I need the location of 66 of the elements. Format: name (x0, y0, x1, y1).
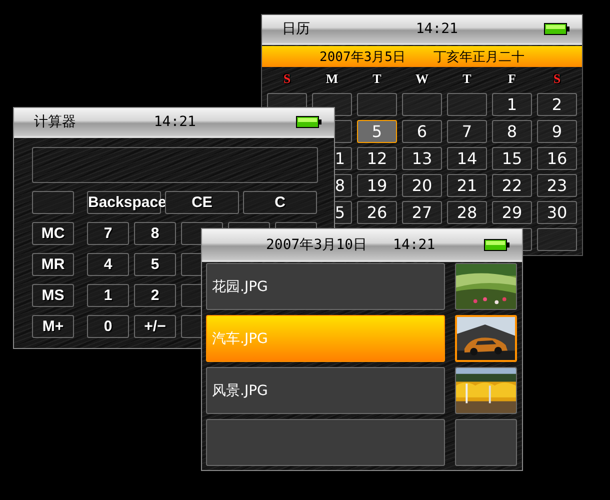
battery-icon (484, 238, 510, 250)
weekday-label: T (372, 71, 382, 88)
key-button[interactable]: 1 (87, 284, 129, 307)
key-button[interactable]: 4 (87, 253, 129, 276)
day-cell[interactable]: 6 (402, 120, 442, 143)
key-button[interactable]: +/− (134, 315, 176, 338)
thumbnail-frame[interactable] (455, 263, 517, 310)
lunar-date: 丁亥年正月二十 (433, 48, 524, 66)
key-button[interactable]: 2 (134, 284, 176, 307)
day-cell[interactable]: 15 (492, 147, 532, 170)
thumbnail-frame[interactable] (455, 315, 517, 362)
memory-button[interactable]: MS (32, 284, 74, 307)
weekday-label: F (508, 71, 516, 88)
day-cell[interactable] (447, 93, 487, 116)
day-cell[interactable]: 1 (492, 93, 532, 116)
date: 2007年3月5日 (320, 48, 406, 66)
key-button[interactable]: CE (165, 191, 239, 214)
battery-icon (296, 116, 322, 128)
weekday-label: S (283, 71, 291, 88)
day-cell[interactable]: 8 (492, 120, 532, 143)
day-cell[interactable]: 29 (492, 201, 532, 224)
memory-button[interactable]: MR (32, 253, 74, 276)
key-button[interactable]: 5 (134, 253, 176, 276)
battery-icon (544, 23, 570, 35)
day-cell[interactable]: 23 (537, 174, 577, 197)
key-button[interactable]: 8 (134, 222, 176, 245)
file-item[interactable] (206, 419, 445, 466)
thumbnail-frame[interactable] (455, 419, 517, 466)
day-cell[interactable]: 9 (537, 120, 577, 143)
weekday-label: W (416, 71, 428, 88)
thumbnail-frame[interactable] (455, 367, 517, 414)
window-title: 日历 (282, 20, 310, 38)
day-cell[interactable]: 21 (447, 174, 487, 197)
weekday-label: M (326, 71, 338, 88)
day-cell[interactable]: 28 (447, 201, 487, 224)
key-button[interactable]: 7 (87, 222, 129, 245)
day-cell[interactable]: 12 (357, 147, 397, 170)
weekday-label: S (553, 71, 561, 88)
day-cell[interactable]: 26 (357, 201, 397, 224)
day-cell[interactable] (357, 93, 397, 116)
key-button[interactable]: 0 (87, 315, 129, 338)
day-cell[interactable]: 19 (357, 174, 397, 197)
window-title: 2007年3月10日 (266, 236, 368, 254)
day-cell[interactable]: 16 (537, 147, 577, 170)
day-cell[interactable]: 22 (492, 174, 532, 197)
file-item[interactable]: 风景.JPG (206, 367, 445, 414)
day-cell[interactable]: 7 (447, 120, 487, 143)
day-cell[interactable]: 2 (537, 93, 577, 116)
day-cell[interactable] (402, 93, 442, 116)
day-cell[interactable]: 13 (402, 147, 442, 170)
window-title: 计算器 (34, 113, 76, 131)
clock: 14:21 (416, 21, 458, 37)
memory-button[interactable]: M+ (32, 315, 74, 338)
memory-button[interactable]: MC (32, 222, 74, 245)
clock: 14:21 (154, 114, 196, 130)
clock: 14:21 (393, 236, 436, 252)
day-cell[interactable]: 27 (402, 201, 442, 224)
day-cell[interactable] (537, 228, 577, 251)
key-button[interactable]: C (243, 191, 317, 214)
day-cell[interactable]: 5 (357, 120, 397, 143)
day-cell[interactable]: 20 (402, 174, 442, 197)
day-cell[interactable]: 14 (447, 147, 487, 170)
weekday-label: T (462, 71, 472, 88)
day-cell[interactable]: 30 (537, 201, 577, 224)
file-item[interactable]: 花园.JPG (206, 263, 445, 310)
key-button[interactable] (32, 191, 74, 214)
